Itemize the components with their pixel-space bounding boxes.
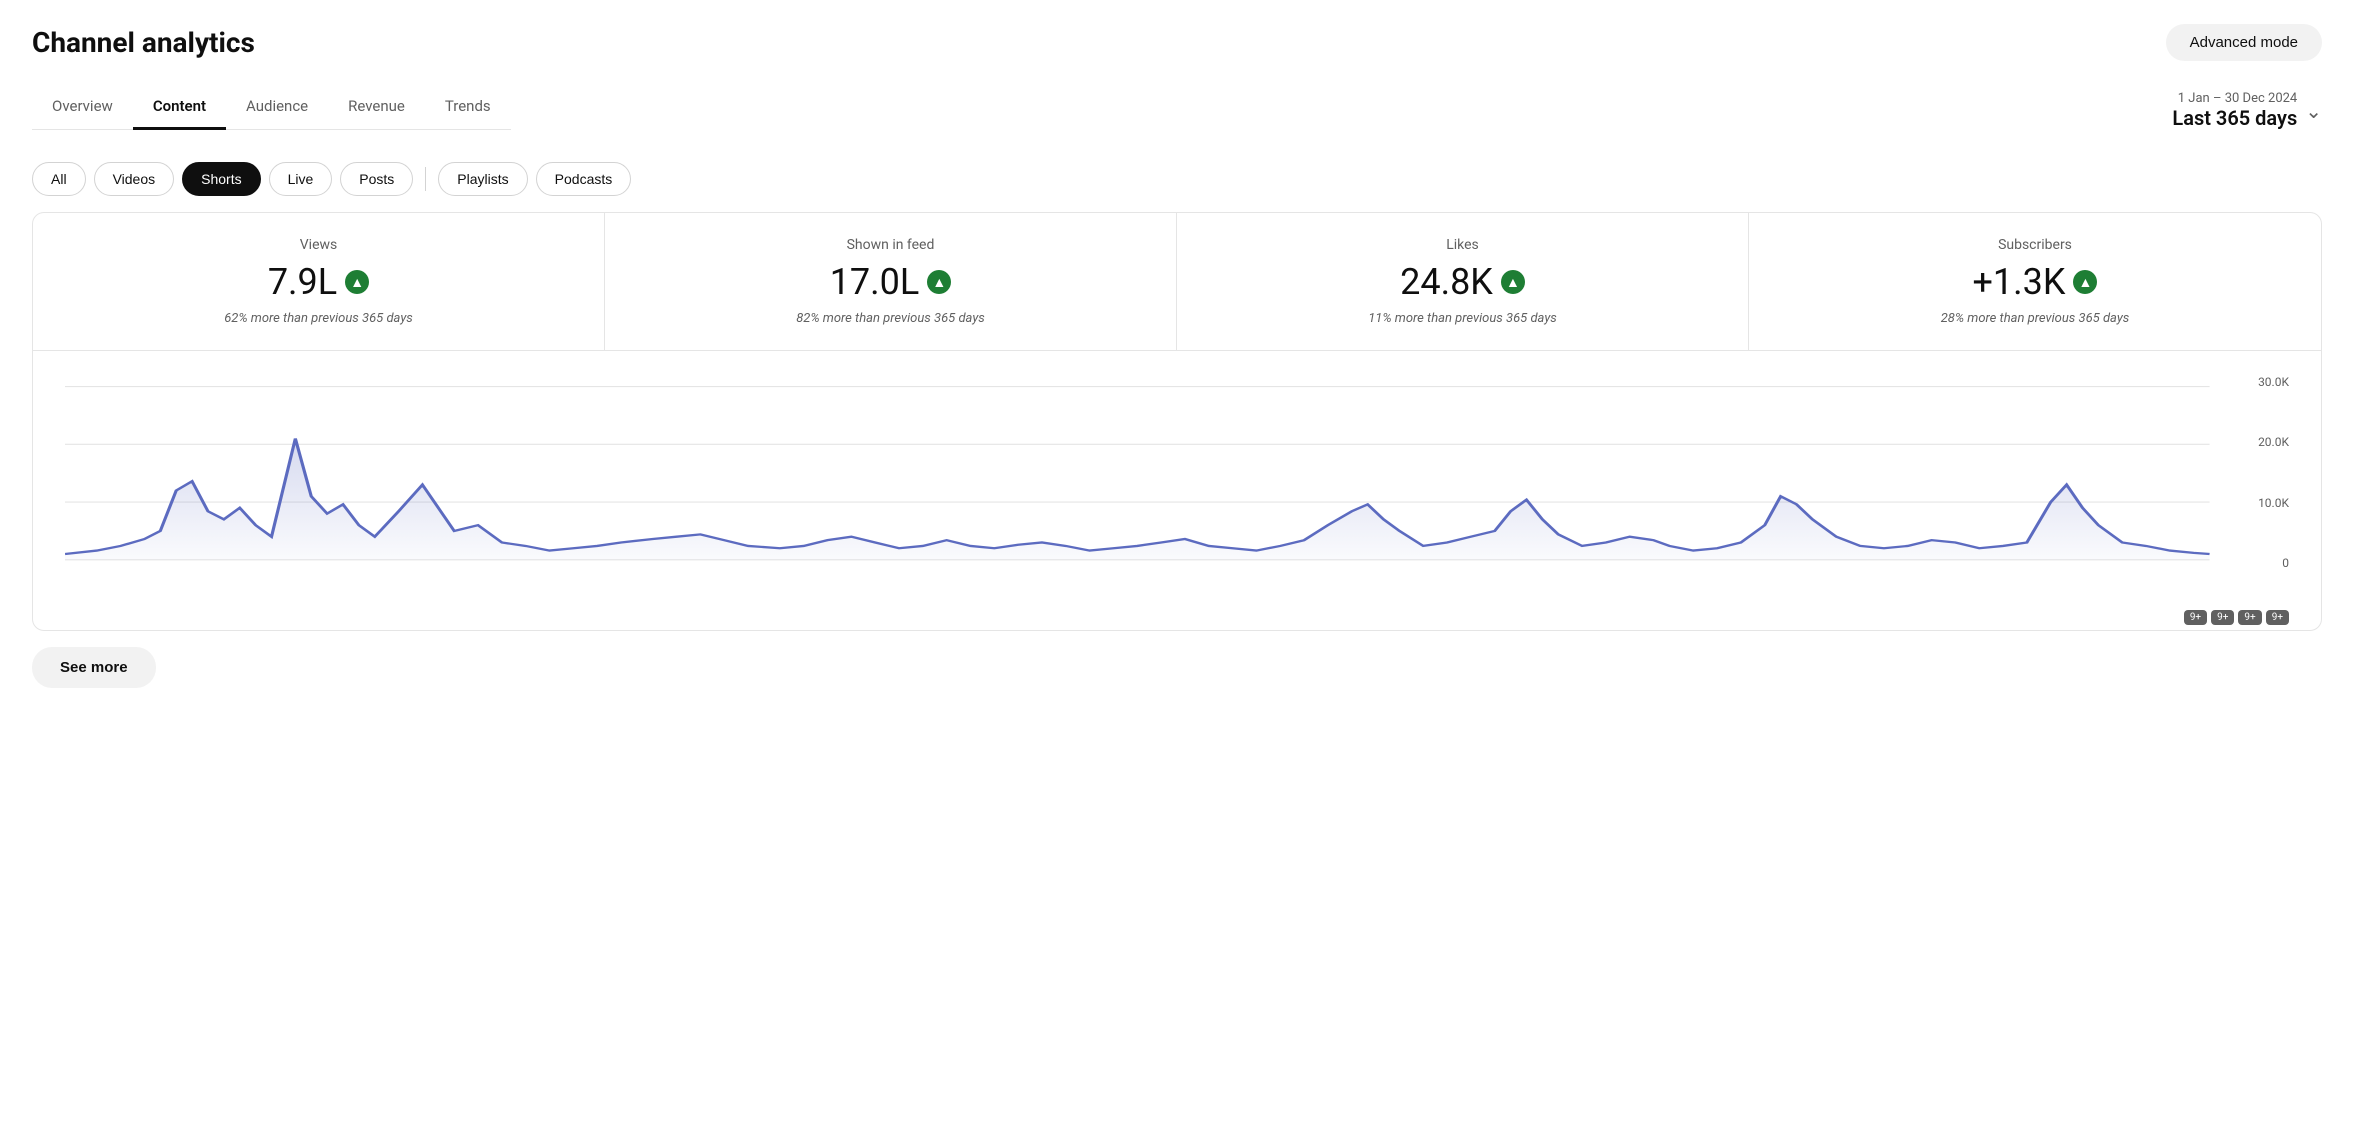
- nav-tab-revenue[interactable]: Revenue: [328, 85, 425, 130]
- stat-value-views: 7.9L: [268, 261, 337, 303]
- page-title: Channel analytics: [32, 26, 255, 59]
- filter-chip-posts[interactable]: Posts: [340, 162, 413, 196]
- trend-up-icon-shown-in-feed: ▲: [927, 270, 951, 294]
- stats-grid: Views 7.9L ▲ 62% more than previous 365 day…: [33, 213, 2321, 350]
- nav-tabs: OverviewContentAudienceRevenueTrends: [32, 85, 511, 130]
- chip-divider: [425, 167, 426, 191]
- stat-cell-subscribers: Subscribers +1.3K ▲ 28% more than previous …: [1749, 213, 2321, 350]
- stat-compare-subscribers: 28% more than previous 365 days: [1781, 311, 2289, 326]
- filter-chips: AllVideosShorts LivePosts Playlists Podcast…: [32, 146, 2322, 212]
- stat-value-subscribers: +1.3K: [1973, 261, 2066, 303]
- chart-badge-row: 9+ 9+ 9+ 9+: [65, 610, 2289, 625]
- stat-value-row-views: 7.9L ▲: [65, 261, 572, 303]
- filter-chip-all[interactable]: All: [32, 162, 86, 196]
- advanced-mode-button[interactable]: Advanced mode: [2166, 24, 2322, 61]
- top-bar: OverviewContentAudienceRevenueTrends 1 J…: [32, 85, 2322, 130]
- chart-x-labels: 1 Jan 2024 2 Mar 2024 1 May 2024 1 Jul 2…: [65, 629, 2289, 631]
- filter-chip-videos[interactable]: Videos: [94, 162, 175, 196]
- page-header: Channel analytics Advanced mode: [32, 24, 2322, 61]
- nav-tab-trends[interactable]: Trends: [425, 85, 511, 130]
- chart-badge-3: 9+: [2238, 610, 2261, 625]
- trend-up-icon-views: ▲: [345, 270, 369, 294]
- stat-value-row-shown-in-feed: 17.0L ▲: [637, 261, 1144, 303]
- date-range-text: 1 Jan – 30 Dec 2024 Last 365 days: [2172, 91, 2297, 130]
- filter-chip-podcasts[interactable]: Podcasts: [536, 162, 632, 196]
- stat-compare-likes: 11% more than previous 365 days: [1209, 311, 1716, 326]
- filter-chip-shorts[interactable]: Shorts: [182, 162, 260, 196]
- filter-chip-live[interactable]: Live: [269, 162, 333, 196]
- stat-value-row-subscribers: +1.3K ▲: [1781, 261, 2289, 303]
- nav-tab-content[interactable]: Content: [133, 85, 226, 130]
- see-more-button[interactable]: See more: [32, 647, 156, 688]
- stat-label-subscribers: Subscribers: [1781, 237, 2289, 253]
- chevron-down-icon: ⌄: [2305, 99, 2322, 123]
- stat-compare-views: 62% more than previous 365 days: [65, 311, 572, 326]
- main-content: Views 7.9L ▲ 62% more than previous 365 day…: [32, 212, 2322, 631]
- stat-label-views: Views: [65, 237, 572, 253]
- stat-cell-views: Views 7.9L ▲ 62% more than previous 365 day…: [33, 213, 605, 350]
- stat-cell-likes: Likes 24.8K ▲ 11% more than previous 365 da…: [1177, 213, 1749, 350]
- chart-badge-1: 9+: [2184, 610, 2207, 625]
- chart-badge-4: 9+: [2266, 610, 2289, 625]
- date-range-selector[interactable]: 1 Jan – 30 Dec 2024 Last 365 days ⌄: [2172, 91, 2322, 130]
- date-range-sub: 1 Jan – 30 Dec 2024: [2178, 91, 2297, 106]
- stat-value-row-likes: 24.8K ▲: [1209, 261, 1716, 303]
- nav-tab-overview[interactable]: Overview: [32, 85, 133, 130]
- stat-value-shown-in-feed: 17.0L: [830, 261, 920, 303]
- stat-label-shown-in-feed: Shown in feed: [637, 237, 1144, 253]
- chart-svg: [65, 375, 2289, 606]
- trend-up-icon-subscribers: ▲: [2073, 270, 2097, 294]
- stat-value-likes: 24.8K: [1400, 261, 1493, 303]
- chart-area: 30.0K 20.0K 10.0K 0 9+ 9+ 9+ 9+ 1 Jan 20…: [33, 350, 2321, 630]
- stat-compare-shown-in-feed: 82% more than previous 365 days: [637, 311, 1144, 326]
- nav-tab-audience[interactable]: Audience: [226, 85, 328, 130]
- trend-up-icon-likes: ▲: [1501, 270, 1525, 294]
- stat-label-likes: Likes: [1209, 237, 1716, 253]
- filter-chip-playlists[interactable]: Playlists: [438, 162, 527, 196]
- date-range-main: Last 365 days: [2172, 106, 2297, 130]
- chart-badge-2: 9+: [2211, 610, 2234, 625]
- stat-cell-shown-in-feed: Shown in feed 17.0L ▲ 82% more than previou…: [605, 213, 1177, 350]
